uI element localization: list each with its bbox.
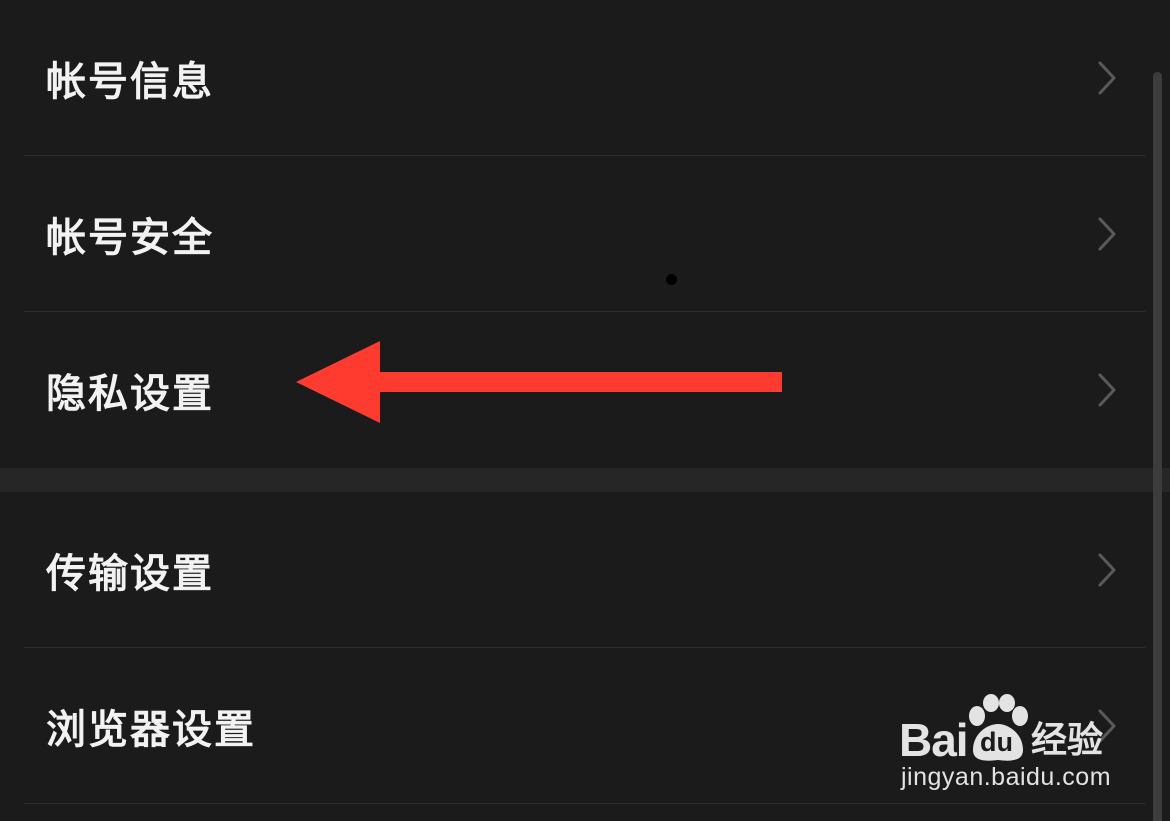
scrollbar[interactable]: [1153, 72, 1162, 821]
settings-item-label: 帐号安全: [46, 214, 214, 261]
settings-item-label: 浏览器设置: [46, 706, 256, 753]
settings-item-transfer[interactable]: 传输设置: [0, 492, 1145, 647]
settings-screen: 帐号信息 帐号安全 隐私设置 传输设置 浏览器设置 Bai du 经验 jing…: [0, 0, 1170, 821]
watermark-brand-jingyan: 经验: [1031, 720, 1104, 761]
chevron-right-icon: [1098, 553, 1116, 586]
watermark-url: jingyan.baidu.com: [901, 763, 1112, 791]
chevron-right-icon: [1098, 373, 1116, 406]
chevron-right-icon: [1098, 61, 1116, 94]
watermark-brand-bai: Bai: [899, 714, 969, 766]
settings-item-label: 传输设置: [46, 550, 214, 597]
baidu-jingyan-watermark: Bai du 经验 jingyan.baidu.com: [897, 694, 1112, 796]
settings-item-label: 隐私设置: [46, 370, 214, 417]
annotation-arrow-icon: [296, 341, 782, 423]
settings-item-label: 帐号信息: [46, 58, 214, 105]
chevron-right-icon: [1098, 217, 1116, 250]
settings-item-account-info[interactable]: 帐号信息: [0, 0, 1145, 155]
section-separator: [0, 468, 1170, 492]
row-divider: [24, 803, 1145, 804]
settings-item-account-security[interactable]: 帐号安全: [0, 156, 1145, 311]
watermark-brand-du: du: [980, 727, 1013, 757]
touch-indicator-dot: [666, 274, 677, 285]
